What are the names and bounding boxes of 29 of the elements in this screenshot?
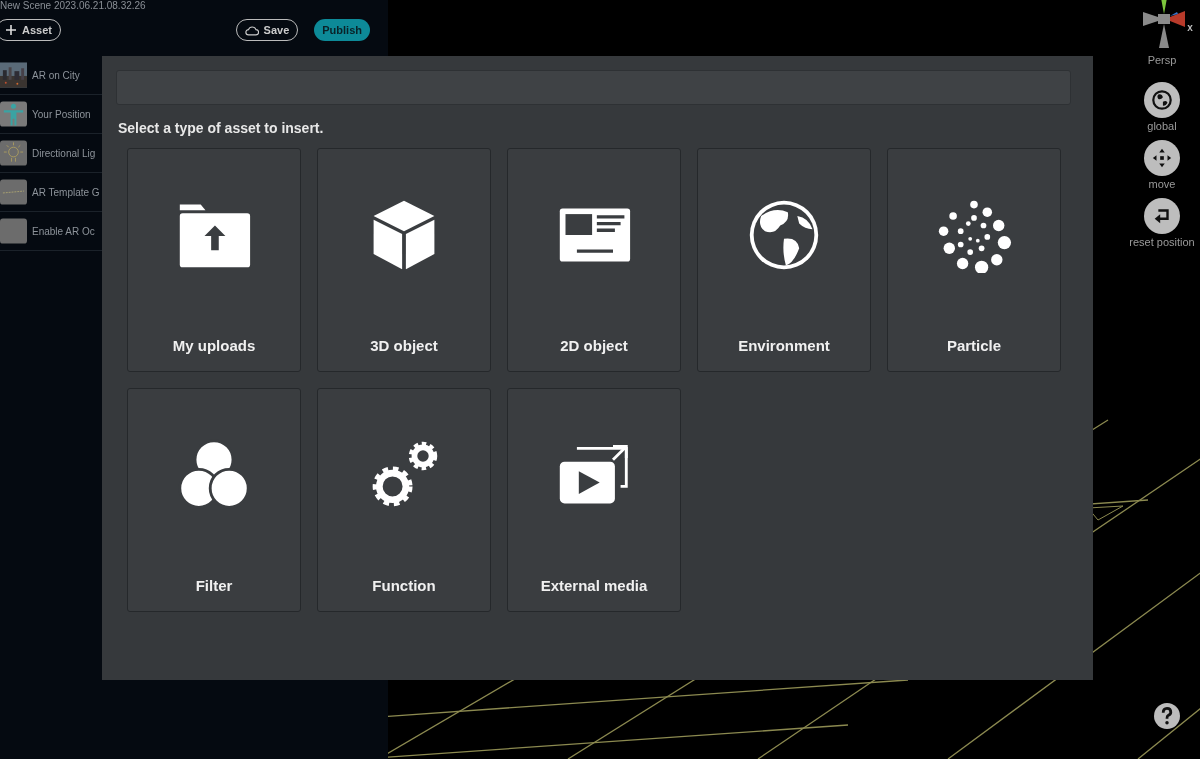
scene-title: New Scene 2023.06.21.08.32.26 — [0, 0, 146, 12]
move-arrows-icon — [1151, 147, 1173, 169]
plus-icon — [5, 24, 17, 36]
tool-button[interactable] — [1144, 198, 1180, 234]
template-icon — [0, 179, 27, 205]
thumbnail-icon — [0, 218, 27, 244]
dialog-prompt: Select a type of asset to insert. — [118, 120, 325, 136]
publish-button[interactable]: Publish — [314, 19, 370, 41]
person-icon — [0, 101, 27, 127]
asset-type-tile[interactable]: Function — [317, 388, 491, 612]
axis-label: x — [1187, 22, 1193, 33]
tool-label: reset position — [1129, 236, 1195, 248]
cloud-icon — [244, 24, 259, 36]
tool-label: global — [1147, 120, 1177, 132]
asset-type-tile[interactable]: Environment — [697, 148, 871, 372]
globe-icon — [1151, 89, 1173, 111]
asset-type-tile[interactable]: Filter — [127, 388, 301, 612]
asset-type-tile[interactable]: External media — [507, 388, 681, 612]
asset-type-tile[interactable]: 3D object — [317, 148, 491, 372]
tool-button[interactable] — [1144, 140, 1180, 176]
asset-type-tile[interactable]: 2D object — [507, 148, 681, 372]
asset-type-tile[interactable]: My uploads — [127, 148, 301, 372]
tool-button[interactable] — [1144, 82, 1180, 118]
view-mode-label[interactable]: Persp — [1147, 54, 1177, 66]
bulb-icon — [0, 140, 27, 166]
tool-label: move — [1148, 178, 1176, 190]
axis-gizmo-icon — [1141, 0, 1188, 48]
asset-type-tile[interactable]: Particle — [887, 148, 1061, 372]
help-icon[interactable] — [1154, 703, 1180, 729]
